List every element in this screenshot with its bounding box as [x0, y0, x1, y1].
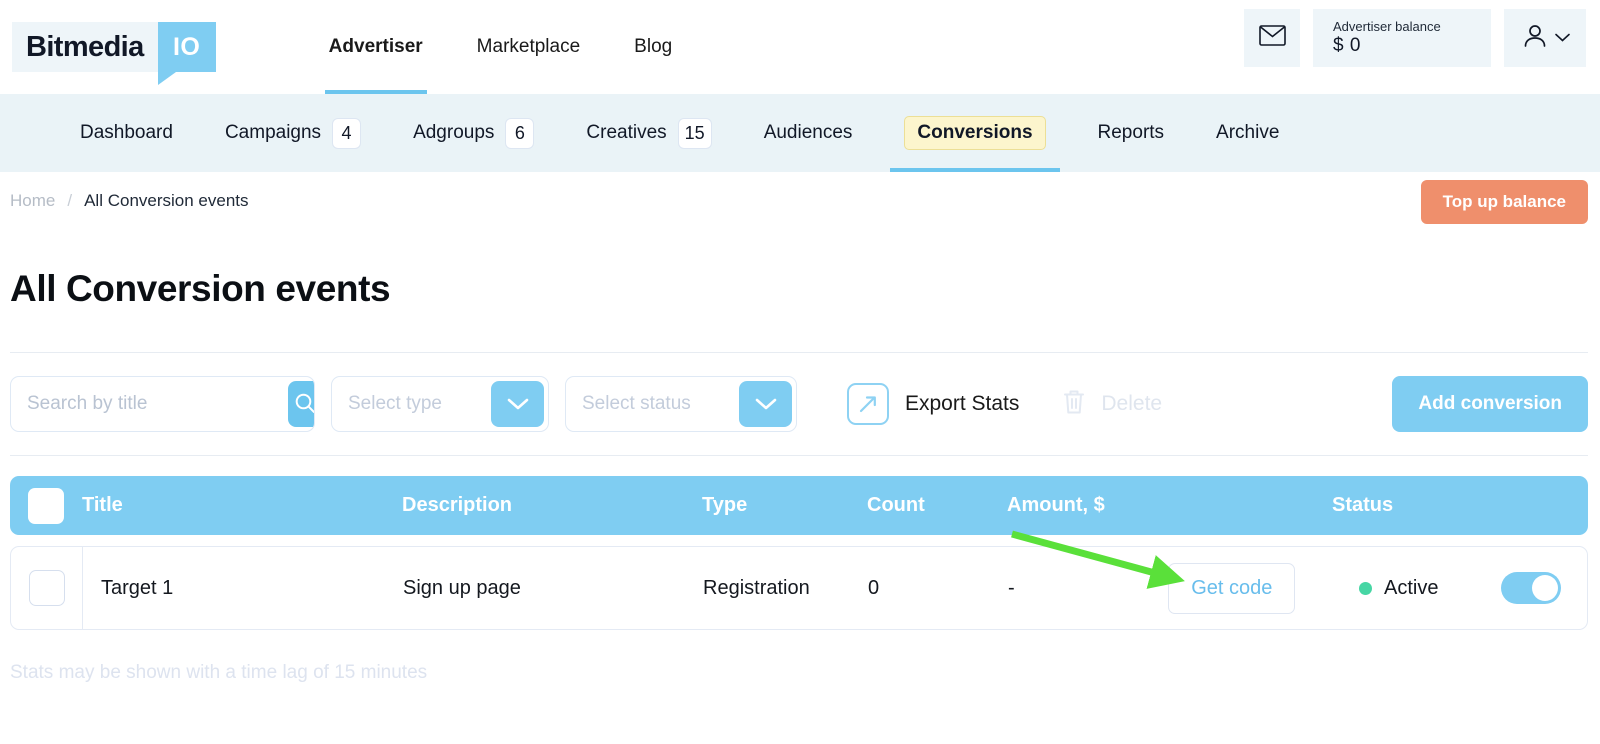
type-select-placeholder: Select type — [348, 393, 442, 414]
column-header-status: Status — [1332, 494, 1394, 516]
cell-type: Registration — [703, 576, 810, 599]
cell-title: Target 1 — [101, 576, 174, 599]
page-title: All Conversion events — [10, 268, 391, 309]
nav-item-label: Marketplace — [476, 36, 581, 57]
divider — [10, 352, 1588, 353]
nav-item-label: Advertiser — [328, 36, 423, 57]
cell-count: 0 — [868, 576, 880, 599]
search-field[interactable] — [10, 376, 315, 432]
row-checkbox[interactable] — [28, 570, 65, 606]
subnav-item-label: Dashboard — [80, 122, 173, 143]
chevron-down-icon — [1554, 29, 1570, 47]
conversions-table: Title Description Type Count Amount, $ S… — [10, 476, 1588, 630]
top-header: Bitmedia IO Advertiser Marketplace Blog … — [0, 0, 1600, 94]
subnav-item-audiences[interactable]: Audiences — [738, 94, 879, 172]
get-code-button[interactable]: Get code — [1168, 562, 1296, 614]
select-all-cell — [10, 487, 82, 524]
subnav-item-reports[interactable]: Reports — [1072, 94, 1191, 172]
cell-status: Active — [1333, 572, 1587, 604]
chevron-down-icon[interactable] — [739, 381, 792, 427]
export-stats-label: Export Stats — [905, 392, 1020, 415]
add-conversion-button[interactable]: Add conversion — [1392, 376, 1588, 432]
status-label: Active — [1384, 576, 1439, 599]
stats-lag-note: Stats may be shown with a time lag of 15… — [10, 662, 428, 683]
subnav-item-campaigns[interactable]: Campaigns 4 — [199, 94, 387, 172]
user-icon — [1521, 22, 1549, 55]
search-icon — [294, 392, 314, 417]
status-dot-icon — [1359, 581, 1372, 595]
subnav-item-dashboard[interactable]: Dashboard — [54, 94, 199, 172]
subnav-item-archive[interactable]: Archive — [1190, 94, 1305, 172]
toggle-knob — [1532, 575, 1558, 601]
column-header-description: Description — [402, 494, 513, 516]
subnav-item-label: Reports — [1097, 122, 1165, 143]
subnav-item-label: Adgroups — [413, 122, 495, 143]
subnav-item-conversions[interactable]: Conversions — [878, 94, 1071, 172]
table-row[interactable]: Target 1 Sign up page Registration 0 - G… — [10, 546, 1588, 630]
breadcrumb-home[interactable]: Home — [10, 191, 55, 211]
column-header-title: Title — [82, 494, 123, 516]
top-up-balance-button[interactable]: Top up balance — [1420, 180, 1588, 224]
advertiser-balance[interactable]: Advertiser balance $ 0 — [1313, 9, 1491, 67]
breadcrumb-separator: / — [67, 191, 73, 210]
logo-io-badge: IO — [157, 22, 216, 85]
subnav-item-label: Conversions — [904, 116, 1046, 150]
breadcrumb-current: All Conversion events — [84, 191, 249, 210]
subnav-badge: 4 — [332, 117, 362, 149]
subnav-badge: 6 — [505, 117, 535, 149]
subnav-item-label: Creatives — [586, 122, 667, 143]
cell-amount: - Get code — [1008, 562, 1333, 614]
nav-item-marketplace[interactable]: Marketplace — [450, 0, 608, 94]
status-select-placeholder: Select status — [582, 393, 691, 414]
balance-label: Advertiser balance — [1333, 19, 1441, 34]
chevron-down-icon[interactable] — [491, 381, 544, 427]
subnav-item-adgroups[interactable]: Adgroups 6 — [387, 94, 560, 172]
user-menu-button[interactable] — [1504, 9, 1586, 67]
subnav-item-creatives[interactable]: Creatives 15 — [560, 94, 737, 172]
nav-item-blog[interactable]: Blog — [607, 0, 699, 94]
search-input[interactable] — [11, 377, 288, 431]
primary-nav: Advertiser Marketplace Blog — [302, 0, 700, 94]
export-stats-button[interactable]: Export Stats — [847, 383, 1019, 425]
trash-icon — [1061, 387, 1087, 422]
nav-item-advertiser[interactable]: Advertiser — [302, 0, 450, 94]
search-button[interactable] — [288, 381, 314, 427]
row-select-cell — [11, 546, 83, 630]
balance-value: $ 0 — [1333, 35, 1361, 56]
logo-wordmark: Bitmedia — [12, 22, 158, 72]
column-header-amount: Amount, $ — [1007, 494, 1105, 516]
column-header-count: Count — [867, 494, 925, 516]
amount-value: - — [1008, 576, 1015, 599]
status-toggle[interactable] — [1501, 572, 1561, 604]
envelope-icon — [1258, 25, 1286, 51]
header-actions: Advertiser balance $ 0 — [1244, 9, 1586, 67]
delete-button: Delete — [1061, 387, 1162, 422]
delete-label: Delete — [1101, 392, 1163, 415]
logo[interactable]: Bitmedia IO — [12, 22, 216, 85]
select-all-checkbox[interactable] — [28, 487, 64, 524]
divider — [10, 455, 1588, 456]
external-link-icon — [847, 383, 889, 425]
secondary-nav: Dashboard Campaigns 4 Adgroups 6 Creativ… — [0, 94, 1600, 172]
breadcrumb: Home / All Conversion events Top up bala… — [0, 172, 1600, 230]
cell-description: Sign up page — [403, 576, 521, 599]
subnav-item-label: Audiences — [763, 122, 853, 143]
subnav-badge: 15 — [677, 117, 712, 149]
status-select[interactable]: Select status — [565, 376, 797, 432]
table-header-row: Title Description Type Count Amount, $ S… — [10, 476, 1588, 535]
nav-item-label: Blog — [634, 36, 673, 57]
subnav-item-label: Campaigns — [224, 122, 322, 143]
messages-button[interactable] — [1244, 9, 1300, 67]
subnav-item-label: Archive — [1216, 122, 1280, 143]
column-header-type: Type — [702, 494, 748, 516]
filters-toolbar: Select type Select status Export Stats — [10, 376, 1588, 432]
type-select[interactable]: Select type — [331, 376, 549, 432]
